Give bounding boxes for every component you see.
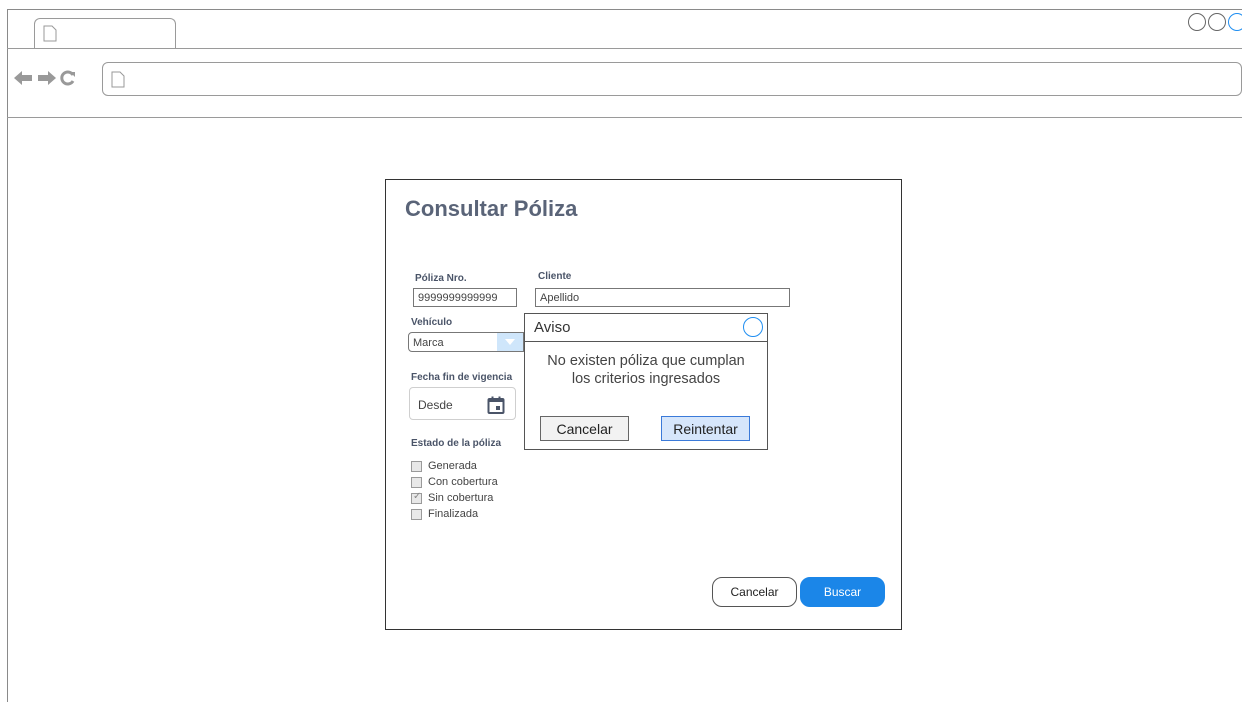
dialog-message: No existen póliza que cumplan los criter… <box>526 352 766 388</box>
checkbox-box-checked[interactable]: ✓ <box>411 490 422 504</box>
cancel-button[interactable]: Cancelar <box>712 577 797 607</box>
page-title: Consultar Póliza <box>405 196 578 221</box>
checkbox-con-cobertura[interactable]: Con cobertura <box>411 474 498 490</box>
window-controls <box>1188 13 1242 31</box>
checkbox-finalizada[interactable]: Finalizada <box>411 506 498 522</box>
window-top-border <box>7 9 1242 10</box>
estado-checkbox-list: Generada Con cobertura ✓ Sin cobertura F… <box>411 458 498 522</box>
chrome-divider <box>7 117 1242 118</box>
dialog-message-line1: No existen póliza que cumplan <box>547 353 745 369</box>
cliente-label: Cliente <box>538 271 572 282</box>
checkbox-box[interactable] <box>411 460 422 472</box>
address-bar[interactable] <box>102 62 1242 96</box>
poliza-input[interactable]: 9999999999999 <box>413 288 517 307</box>
checkbox-label: Con cobertura <box>428 476 498 488</box>
poliza-label: Póliza Nro. <box>415 273 467 284</box>
check-icon: ✓ <box>413 490 422 502</box>
navigation-buttons <box>14 70 76 86</box>
cliente-input[interactable]: Apellido <box>535 288 790 307</box>
tab-bar-divider <box>7 48 1242 49</box>
checkbox-label: Finalizada <box>428 508 479 520</box>
back-arrow-icon[interactable] <box>14 71 33 85</box>
checkbox-box[interactable] <box>411 508 422 520</box>
fecha-label: Fecha fin de vigencia <box>411 372 513 383</box>
fecha-desde-picker[interactable]: Desde <box>409 387 516 420</box>
checkbox-sin-cobertura[interactable]: ✓ Sin cobertura <box>411 490 498 506</box>
reload-icon[interactable] <box>60 70 76 86</box>
fecha-desde-value: Desde <box>418 398 453 412</box>
vehiculo-label: Vehículo <box>411 317 453 328</box>
page-icon <box>111 71 125 88</box>
checkbox-generada[interactable]: Generada <box>411 458 498 474</box>
checkbox-box[interactable] <box>411 476 422 488</box>
marca-select[interactable]: Marca <box>408 332 524 352</box>
marca-select-value: Marca <box>413 337 444 349</box>
close-circle-icon[interactable] <box>1228 13 1242 31</box>
browser-tab[interactable] <box>34 18 176 49</box>
minimize-circle-icon[interactable] <box>1188 13 1206 31</box>
close-circle-icon[interactable] <box>743 317 763 337</box>
calendar-icon[interactable] <box>487 396 505 414</box>
window-left-border <box>7 9 8 702</box>
page-icon <box>43 25 57 42</box>
forward-arrow-icon[interactable] <box>37 71 56 85</box>
maximize-circle-icon[interactable] <box>1208 13 1226 31</box>
checkbox-label: Sin cobertura <box>428 492 494 504</box>
checkbox-label: Generada <box>428 460 477 472</box>
estado-label: Estado de la póliza <box>411 438 502 449</box>
dialog-retry-button[interactable]: Reintentar <box>661 416 750 441</box>
chevron-down-icon[interactable] <box>497 333 523 351</box>
dialog-cancel-button[interactable]: Cancelar <box>540 416 629 441</box>
dialog-message-line2: los criterios ingresados <box>571 371 721 387</box>
dialog-title: Aviso <box>534 319 571 336</box>
search-button[interactable]: Buscar <box>800 577 885 607</box>
